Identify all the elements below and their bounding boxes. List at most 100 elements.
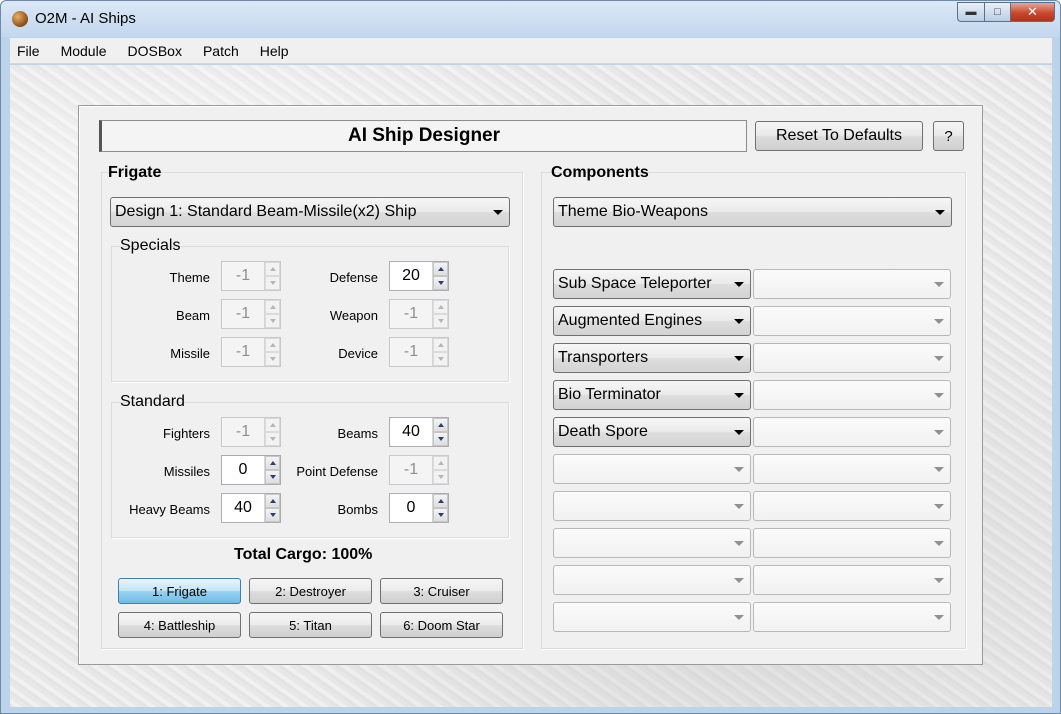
device-label: Device [338, 346, 378, 361]
component-right-dropdown-7[interactable] [753, 491, 951, 521]
missiles-label: Missiles [163, 464, 210, 479]
design-dropdown[interactable]: Design 1: Standard Beam-Missile(x2) Ship [110, 197, 510, 227]
chevron-down-icon [734, 503, 744, 509]
heavy-beams-label: Heavy Beams [129, 502, 210, 517]
ship-button-battleship[interactable]: 4: Battleship [118, 612, 241, 638]
ship-button-frigate[interactable]: 1: Frigate [118, 578, 241, 604]
menu-bar: File Module DOSBox Patch Help [10, 38, 1052, 64]
component-right-dropdown-6[interactable] [753, 454, 951, 484]
help-button[interactable]: ? [933, 121, 964, 151]
spin-up-icon[interactable] [433, 338, 448, 352]
ship-button-titan[interactable]: 5: Titan [249, 612, 372, 638]
device-spinner[interactable]: -1 [389, 337, 449, 367]
chevron-down-icon [934, 429, 944, 435]
chevron-down-icon [934, 577, 944, 583]
spin-down-icon[interactable] [433, 352, 448, 366]
component-left-dropdown-2[interactable]: Augmented Engines [553, 306, 751, 336]
component-right-dropdown-1[interactable] [753, 269, 951, 299]
ship-button-destroyer[interactable]: 2: Destroyer [249, 578, 372, 604]
chevron-down-icon [734, 355, 744, 361]
total-cargo: Total Cargo: 100% [234, 546, 373, 563]
maximize-button[interactable]: □ [984, 2, 1010, 22]
component-left-dropdown-6[interactable] [553, 454, 751, 484]
close-button[interactable]: ✕ [1010, 2, 1055, 22]
missile-value: -1 [235, 343, 251, 360]
client-area: AI Ship Designer Reset To Defaults ? Fri… [10, 65, 1052, 707]
chevron-down-icon [934, 503, 944, 509]
chevron-down-icon [935, 209, 945, 215]
bombs-label: Bombs [337, 502, 378, 517]
weapon-value: -1 [403, 305, 419, 322]
chevron-down-icon [734, 614, 744, 620]
spin-up-icon[interactable] [433, 300, 448, 314]
spin-up-icon[interactable] [433, 494, 448, 508]
component-right-dropdown-8[interactable] [753, 528, 951, 558]
app-window: O2M - AI Ships ▬ □ ✕ File Module DOSBox … [0, 0, 1061, 714]
missile-label: Missile [170, 346, 210, 361]
component-right-dropdown-2[interactable] [753, 306, 951, 336]
menu-help[interactable]: Help [260, 43, 289, 59]
component-left-dropdown-1[interactable]: Sub Space Teleporter [553, 269, 751, 299]
spin-up-icon[interactable] [433, 456, 448, 470]
component-left-dropdown-5[interactable]: Death Spore [553, 417, 751, 447]
defense-spinner[interactable]: 20 [389, 261, 449, 291]
spin-down-icon[interactable] [433, 432, 448, 446]
beams-value: 40 [402, 423, 420, 440]
weapon-spinner[interactable]: -1 [389, 299, 449, 329]
beams-label: Beams [337, 426, 378, 441]
designer-panel: AI Ship Designer Reset To Defaults ? Fri… [78, 105, 983, 665]
chevron-down-icon [734, 577, 744, 583]
frigate-label: Frigate [108, 164, 162, 181]
spin-down-icon[interactable] [433, 276, 448, 290]
missiles-value: 0 [238, 461, 248, 478]
spin-up-icon[interactable] [433, 418, 448, 432]
components-label: Components [551, 164, 649, 181]
chevron-down-icon [734, 429, 744, 435]
chevron-down-icon [734, 466, 744, 472]
ship-button-cruiser[interactable]: 3: Cruiser [380, 578, 503, 604]
point-defense-label: Point Defense [296, 464, 378, 479]
spin-up-icon[interactable] [433, 262, 448, 276]
point-defense-value: -1 [403, 461, 419, 478]
minimize-button[interactable]: ▬ [957, 2, 984, 22]
theme-dropdown[interactable]: Theme Bio-Weapons [553, 197, 952, 227]
component-left-dropdown-7[interactable] [553, 491, 751, 521]
spin-down-icon[interactable] [433, 470, 448, 484]
menu-module[interactable]: Module [61, 43, 107, 59]
component-left-dropdown-3[interactable]: Transporters [553, 343, 751, 373]
component-right-dropdown-9[interactable] [753, 565, 951, 595]
app-icon [12, 11, 28, 27]
fighters-label: Fighters [163, 426, 210, 441]
heavy-beams-value: 40 [234, 499, 252, 516]
menu-dosbox[interactable]: DOSBox [127, 43, 181, 59]
component-left-dropdown-4[interactable]: Bio Terminator [553, 380, 751, 410]
chevron-down-icon [934, 540, 944, 546]
bombs-spinner[interactable]: 0 [389, 493, 449, 523]
point-defense-spinner[interactable]: -1 [389, 455, 449, 485]
component-right-dropdown-4[interactable] [753, 380, 951, 410]
menu-file[interactable]: File [17, 43, 40, 59]
component-left-value-1: Sub Space Teleporter [558, 275, 712, 292]
component-right-dropdown-3[interactable] [753, 343, 951, 373]
bombs-value: 0 [406, 499, 416, 516]
component-left-dropdown-8[interactable] [553, 528, 751, 558]
reset-defaults-button[interactable]: Reset To Defaults [755, 121, 923, 151]
menu-patch[interactable]: Patch [203, 43, 239, 59]
component-left-dropdown-9[interactable] [553, 565, 751, 595]
device-value: -1 [403, 343, 419, 360]
component-left-dropdown-10[interactable] [553, 602, 751, 632]
component-right-dropdown-10[interactable] [753, 602, 951, 632]
chevron-down-icon [934, 466, 944, 472]
beams-spinner[interactable]: 40 [389, 417, 449, 447]
chevron-down-icon [734, 392, 744, 398]
spin-down-icon[interactable] [433, 314, 448, 328]
title-bar: O2M - AI Ships ▬ □ ✕ [1, 1, 1060, 37]
component-right-dropdown-5[interactable] [753, 417, 951, 447]
spin-down-icon[interactable] [433, 508, 448, 522]
standard-label: Standard [120, 393, 185, 410]
ship-button-doom-star[interactable]: 6: Doom Star [380, 612, 503, 638]
theme-dropdown-value: Theme Bio-Weapons [558, 203, 708, 220]
weapon-label: Weapon [329, 308, 378, 323]
design-dropdown-value: Design 1: Standard Beam-Missile(x2) Ship [115, 203, 417, 220]
defense-label: Defense [329, 270, 378, 285]
